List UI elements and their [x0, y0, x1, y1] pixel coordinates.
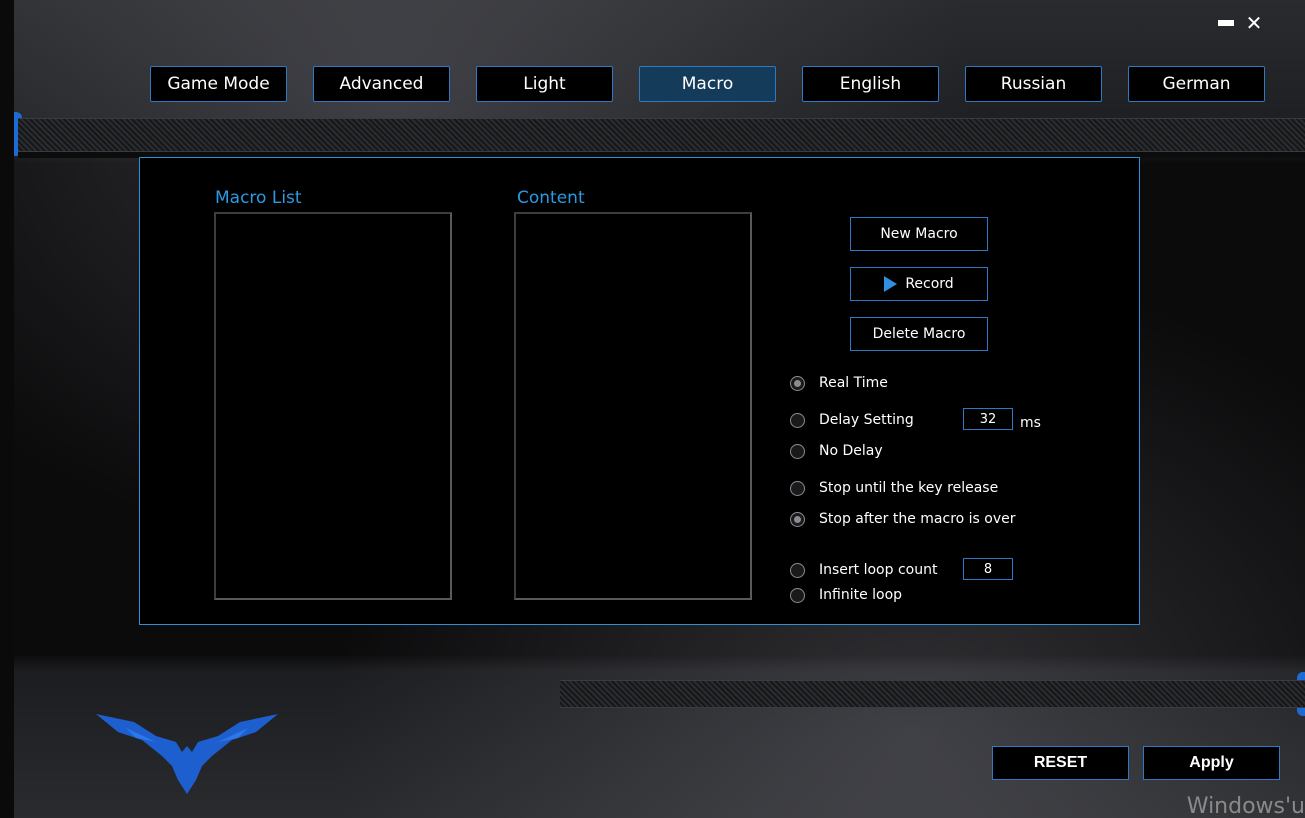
delete-macro-label: Delete Macro — [872, 326, 966, 342]
radio-no-delay-label: No Delay — [819, 443, 883, 459]
tab-advanced[interactable]: Advanced — [313, 66, 450, 102]
radio-stop-macro-over[interactable]: Stop after the macro is over — [790, 511, 1016, 527]
radio-real-time-label: Real Time — [819, 375, 888, 391]
record-button[interactable]: Record — [850, 267, 988, 301]
content-box[interactable] — [514, 212, 752, 600]
radio-stop-macro-over-label: Stop after the macro is over — [819, 511, 1016, 527]
radio-no-delay-indicator[interactable] — [790, 443, 805, 459]
left-edge — [0, 0, 14, 818]
window-controls: ✕ — [1215, 12, 1265, 35]
tab-english[interactable]: English — [802, 66, 939, 102]
radio-delay-setting[interactable]: Delay Setting — [790, 412, 914, 428]
delete-macro-button[interactable]: Delete Macro — [850, 317, 988, 351]
eagle-logo-icon — [96, 714, 278, 794]
radio-no-delay[interactable]: No Delay — [790, 443, 883, 459]
delay-unit: ms — [1020, 415, 1041, 431]
delay-value-input[interactable] — [963, 408, 1013, 430]
new-macro-button[interactable]: New Macro — [850, 217, 988, 251]
loop-count-input[interactable] — [963, 558, 1013, 580]
radio-stop-key-release[interactable]: Stop until the key release — [790, 480, 998, 496]
close-icon[interactable]: ✕ — [1243, 12, 1265, 35]
reset-button[interactable]: RESET — [992, 746, 1129, 780]
tab-macro[interactable]: Macro — [639, 66, 776, 102]
radio-insert-loop-count[interactable]: Insert loop count — [790, 562, 937, 578]
macro-panel: Macro List Content New Macro Record Dele… — [139, 157, 1140, 625]
record-label: Record — [905, 276, 954, 292]
reset-label: RESET — [1033, 754, 1088, 771]
radio-delay-setting-indicator[interactable] — [790, 412, 805, 428]
new-macro-label: New Macro — [880, 226, 958, 242]
tab-bar: Game Mode Advanced Light Macro English R… — [150, 66, 1265, 102]
radio-real-time[interactable]: Real Time — [790, 375, 888, 391]
radio-delay-setting-label: Delay Setting — [819, 412, 914, 428]
play-icon — [884, 276, 898, 292]
app-window: ✕ Game Mode Advanced Light Macro English… — [0, 0, 1305, 818]
radio-stop-macro-over-indicator[interactable] — [790, 511, 805, 527]
macro-list-title: Macro List — [215, 188, 302, 208]
radio-infinite-loop[interactable]: Infinite loop — [790, 587, 902, 603]
tab-german[interactable]: German — [1128, 66, 1265, 102]
radio-real-time-indicator[interactable] — [790, 375, 805, 391]
bottom-decorative-band — [560, 680, 1305, 708]
radio-infinite-loop-indicator[interactable] — [790, 587, 805, 603]
tab-game-mode[interactable]: Game Mode — [150, 66, 287, 102]
radio-stop-key-release-label: Stop until the key release — [819, 480, 999, 496]
top-decorative-band — [18, 118, 1305, 152]
radio-infinite-loop-label: Infinite loop — [819, 587, 903, 603]
radio-stop-key-release-indicator[interactable] — [790, 480, 805, 496]
minimize-icon[interactable] — [1215, 12, 1237, 34]
radio-insert-loop-count-label: Insert loop count — [819, 562, 938, 578]
apply-label: Apply — [1189, 754, 1234, 771]
tab-russian[interactable]: Russian — [965, 66, 1102, 102]
content-title: Content — [517, 188, 585, 208]
tab-light[interactable]: Light — [476, 66, 613, 102]
macro-list-box[interactable] — [214, 212, 452, 600]
apply-button[interactable]: Apply — [1143, 746, 1280, 780]
windows-watermark: Windows'u — [1186, 794, 1305, 818]
radio-insert-loop-count-indicator[interactable] — [790, 562, 805, 578]
